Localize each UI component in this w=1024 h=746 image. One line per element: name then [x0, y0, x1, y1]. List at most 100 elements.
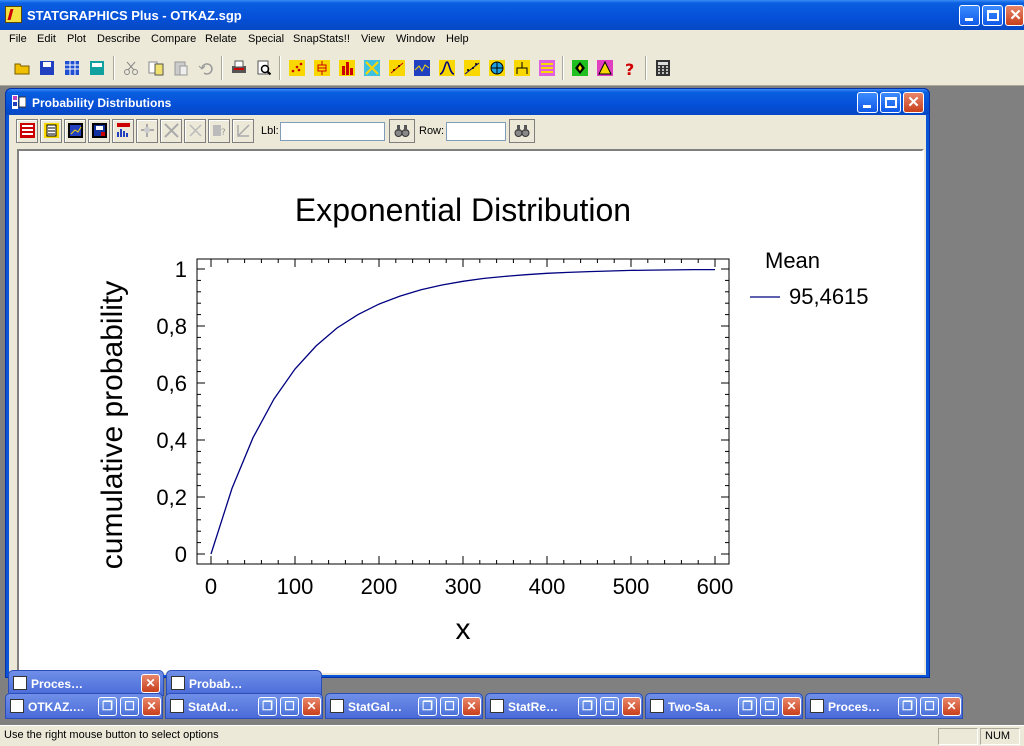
scatterplot-button[interactable] — [284, 55, 308, 81]
print-preview-button[interactable] — [251, 55, 275, 81]
maximize-button[interactable]: ☐ — [600, 697, 619, 716]
minimized-window-two-sample[interactable]: Two-Sa… ❐ ☐ ✕ — [645, 693, 803, 719]
multiplot-button[interactable] — [359, 55, 383, 81]
maximize-button[interactable]: ☐ — [760, 697, 779, 716]
save-data-button[interactable] — [84, 55, 108, 81]
lbl-input[interactable] — [280, 122, 385, 141]
help-button[interactable]: ? — [617, 55, 641, 81]
paste-button[interactable] — [168, 55, 192, 81]
restore-button[interactable]: ❐ — [898, 697, 917, 716]
restore-button[interactable]: ❐ — [258, 697, 277, 716]
zoom-button[interactable] — [136, 119, 158, 143]
child-title-bar[interactable]: Probability Distributions ✕ — [6, 89, 929, 115]
matrix-plot-button[interactable] — [384, 55, 408, 81]
copy-button[interactable] — [143, 55, 167, 81]
menu-window[interactable]: Window — [396, 33, 435, 45]
restore-button[interactable]: ❐ — [738, 697, 757, 716]
maximize-button[interactable]: ☐ — [440, 697, 459, 716]
menu-compare[interactable]: Compare — [151, 33, 196, 45]
restore-icon: ❐ — [262, 699, 273, 713]
row-find-button[interactable] — [509, 119, 535, 143]
distribution-button[interactable] — [434, 55, 458, 81]
globe-button[interactable] — [484, 55, 508, 81]
undo-button[interactable] — [193, 55, 217, 81]
minimized-window-otkaz[interactable]: OTKAZ.… ❐ ☐ ✕ — [5, 693, 163, 719]
statadvisor-icon — [572, 60, 588, 76]
menu-relate[interactable]: Relate — [205, 33, 237, 45]
statwizard-button[interactable] — [592, 55, 616, 81]
close-button[interactable]: ✕ — [782, 697, 801, 716]
save-button[interactable] — [34, 55, 58, 81]
child-close-button[interactable]: ✕ — [903, 92, 924, 113]
x-tick-label: 200 — [361, 574, 398, 599]
statadvisor-button[interactable] — [567, 55, 591, 81]
menu-plot[interactable]: Plot — [67, 33, 86, 45]
print-button[interactable] — [226, 55, 250, 81]
matrix-plot-icon — [389, 60, 405, 76]
glm-button[interactable] — [534, 55, 558, 81]
statgraphics-app-icon[interactable] — [5, 6, 22, 23]
tabular-options-button[interactable] — [40, 119, 62, 143]
lbl-find-button[interactable] — [389, 119, 415, 143]
minimized-window-statadvisor[interactable]: StatAd… ❐ ☐ ✕ — [165, 693, 323, 719]
menu-file[interactable]: File — [9, 33, 27, 45]
app-close-button[interactable]: ✕ — [1005, 5, 1024, 26]
datasheet-button[interactable] — [59, 55, 83, 81]
exponential-distribution-chart[interactable]: Exponential Distribution cumulative prob… — [19, 151, 922, 671]
close-icon: ✕ — [626, 699, 637, 713]
exclude-points-button[interactable] — [184, 119, 206, 143]
boxplot-button[interactable] — [309, 55, 333, 81]
identify-points-button[interactable]: ? — [208, 119, 230, 143]
menu-help[interactable]: Help — [446, 33, 469, 45]
child-maximize-button[interactable] — [880, 92, 901, 113]
lineplot-button[interactable] — [409, 55, 433, 81]
regression-button[interactable] — [459, 55, 483, 81]
maximize-button[interactable]: ☐ — [280, 697, 299, 716]
app-minimize-button[interactable] — [959, 5, 980, 26]
close-button[interactable]: ✕ — [142, 697, 161, 716]
brush-button[interactable] — [160, 119, 182, 143]
plot-pane[interactable]: Exponential Distribution cumulative prob… — [17, 149, 924, 673]
tree-button[interactable] — [509, 55, 533, 81]
app-title-bar[interactable]: STATGRAPHICS Plus - OTKAZ.sgp ✕ — [0, 0, 1024, 30]
restore-button[interactable]: ❐ — [98, 697, 117, 716]
analysis-window-icon — [810, 699, 824, 713]
save-results-button[interactable] — [88, 119, 110, 143]
input-dialog-button[interactable] — [16, 119, 38, 143]
distribution-icon — [439, 60, 455, 76]
graphical-options-button[interactable] — [64, 119, 86, 143]
analysis-options-button[interactable] — [112, 119, 134, 143]
restore-button[interactable]: ❐ — [418, 697, 437, 716]
close-button[interactable]: ✕ — [622, 697, 641, 716]
minimized-close-button[interactable]: ✕ — [141, 674, 160, 693]
menu-special[interactable]: Special — [248, 33, 284, 45]
zoom-icon — [141, 124, 154, 137]
cut-button[interactable] — [118, 55, 142, 81]
minimized-window-process[interactable]: Proces… ❐ ☐ ✕ — [805, 693, 963, 719]
close-button[interactable]: ✕ — [942, 697, 961, 716]
data-save-icon — [90, 61, 104, 75]
minimized-window-statgallery[interactable]: StatGal… ❐ ☐ ✕ — [325, 693, 483, 719]
calculator-button[interactable] — [650, 55, 674, 81]
restore-button[interactable]: ❐ — [578, 697, 597, 716]
status-message: Use the right mouse button to select opt… — [4, 729, 219, 741]
glm-icon — [539, 60, 555, 76]
maximize-button[interactable]: ☐ — [920, 697, 939, 716]
maximize-button[interactable]: ☐ — [120, 697, 139, 716]
menu-describe[interactable]: Describe — [97, 33, 140, 45]
open-button[interactable] — [9, 55, 33, 81]
menu-edit[interactable]: Edit — [37, 33, 56, 45]
app-maximize-button[interactable] — [982, 5, 1003, 26]
analysis-window-icon[interactable] — [12, 95, 26, 109]
close-button[interactable]: ✕ — [462, 697, 481, 716]
close-button[interactable]: ✕ — [302, 697, 321, 716]
minimized-window-statreporter[interactable]: StatRe… ❐ ☐ ✕ — [485, 693, 643, 719]
menu-snapstats[interactable]: SnapStats!! — [293, 33, 350, 45]
axis-scaling-button[interactable] — [232, 119, 254, 143]
toolbar-separator — [279, 56, 281, 80]
minimized-window-title: Two-Sa… — [668, 700, 722, 714]
menu-view[interactable]: View — [361, 33, 385, 45]
child-minimize-button[interactable] — [857, 92, 878, 113]
barchart-button[interactable] — [334, 55, 358, 81]
row-input[interactable] — [446, 122, 506, 141]
